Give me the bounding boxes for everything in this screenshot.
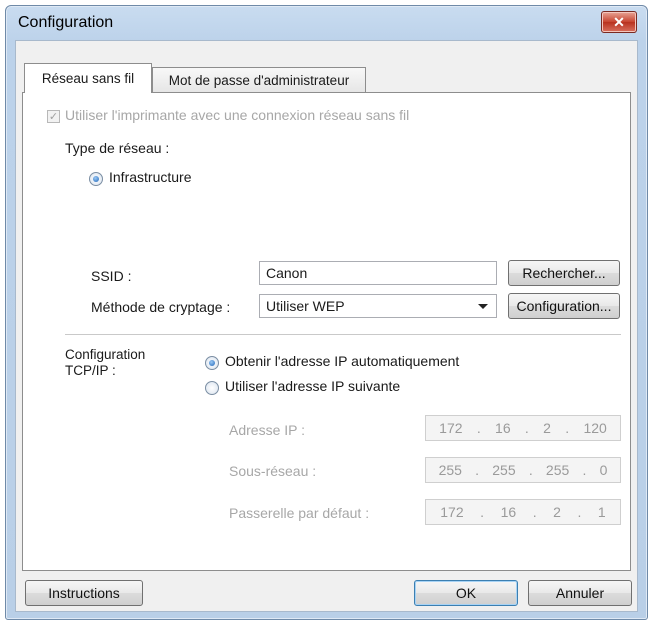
encryption-method-label: Méthode de cryptage : <box>91 299 231 315</box>
tab-admin-password[interactable]: Mot de passe d'administrateur <box>152 67 366 93</box>
octet-separator: . <box>582 462 587 478</box>
checkmark-icon: ✓ <box>48 111 59 123</box>
ssid-value: Canon <box>266 265 308 281</box>
octet-separator: . <box>577 504 582 520</box>
close-icon: ✕ <box>613 13 625 30</box>
use-wireless-checkbox[interactable]: ✓ <box>47 110 60 123</box>
octet-separator: . <box>476 420 481 436</box>
manual-ip-radio[interactable] <box>205 381 219 395</box>
instructions-button-label: Instructions <box>48 585 120 601</box>
gateway-label: Passerelle par défaut : <box>229 505 370 521</box>
subnet-octet: 255 <box>438 462 462 478</box>
ip-octet: 2 <box>543 420 551 436</box>
ip-octet: 172 <box>439 420 463 436</box>
window-title: Configuration <box>18 14 114 31</box>
cancel-button-label: Annuler <box>555 585 605 601</box>
octet-separator: . <box>524 420 529 436</box>
section-divider <box>65 334 621 335</box>
dialog-client-area: Réseau sans fil Mot de passe d'administr… <box>15 40 638 612</box>
ssid-input[interactable]: Canon <box>259 261 497 285</box>
ip-address-field: 172. 16. 2. 120 <box>425 415 621 441</box>
ok-button-label: OK <box>455 585 477 601</box>
tab-label: Mot de passe d'administrateur <box>168 73 350 88</box>
auto-ip-label: Obtenir l'adresse IP automatiquement <box>225 353 460 369</box>
configuration-dialog: Configuration ✕ Réseau sans fil Mot de p… <box>5 5 648 620</box>
tab-label: Réseau sans fil <box>41 71 135 86</box>
octet-separator: . <box>565 420 570 436</box>
search-button[interactable]: Rechercher... <box>508 260 620 286</box>
ip-octet: 16 <box>495 420 511 436</box>
auto-ip-radio[interactable] <box>205 356 219 370</box>
radio-selected-dot <box>209 360 215 366</box>
infrastructure-radio[interactable] <box>89 172 103 186</box>
encryption-configuration-button[interactable]: Configuration... <box>508 293 620 319</box>
gateway-octet: 2 <box>553 504 561 520</box>
subnet-label: Sous-réseau : <box>229 463 317 479</box>
subnet-octet: 0 <box>599 462 608 478</box>
octet-separator: . <box>528 462 533 478</box>
radio-selected-dot <box>93 176 99 182</box>
ip-address-label: Adresse IP : <box>229 422 306 438</box>
encryption-method-select[interactable]: Utiliser WEP <box>259 294 497 318</box>
subnet-octet: 255 <box>545 462 570 478</box>
tcpip-section-label-line1: Configuration <box>65 347 146 362</box>
infrastructure-label: Infrastructure <box>109 169 192 185</box>
tcpip-section-label-line2: TCP/IP : <box>65 363 116 378</box>
gateway-field: 172. 16. 2. 1 <box>425 499 621 525</box>
manual-ip-label: Utiliser l'adresse IP suivante <box>225 378 401 394</box>
title-bar: Configuration ✕ <box>6 6 647 40</box>
chevron-down-icon <box>478 304 488 309</box>
tab-wireless-network[interactable]: Réseau sans fil <box>24 63 152 93</box>
instructions-button[interactable]: Instructions <box>25 580 143 606</box>
octet-separator: . <box>480 504 485 520</box>
gateway-octet: 1 <box>597 504 606 520</box>
encryption-method-value: Utiliser WEP <box>266 298 345 314</box>
ip-octet: 120 <box>583 420 607 436</box>
subnet-octet: 255 <box>492 462 516 478</box>
use-wireless-label: Utiliser l'imprimante avec une connexion… <box>65 107 410 123</box>
subnet-field: 255. 255. 255. 0 <box>425 457 621 483</box>
network-type-label: Type de réseau : <box>65 140 170 156</box>
ssid-label: SSID : <box>91 268 132 284</box>
octet-separator: . <box>532 504 537 520</box>
octet-separator: . <box>475 462 480 478</box>
configuration-button-label: Configuration... <box>516 298 612 314</box>
gateway-octet: 172 <box>440 504 464 520</box>
ok-button[interactable]: OK <box>414 580 518 606</box>
close-button[interactable]: ✕ <box>601 11 637 33</box>
wireless-tab-panel: ✓ Utiliser l'imprimante avec une connexi… <box>22 92 631 571</box>
cancel-button[interactable]: Annuler <box>528 580 632 606</box>
search-button-label: Rechercher... <box>522 265 606 281</box>
gateway-octet: 16 <box>500 504 517 520</box>
